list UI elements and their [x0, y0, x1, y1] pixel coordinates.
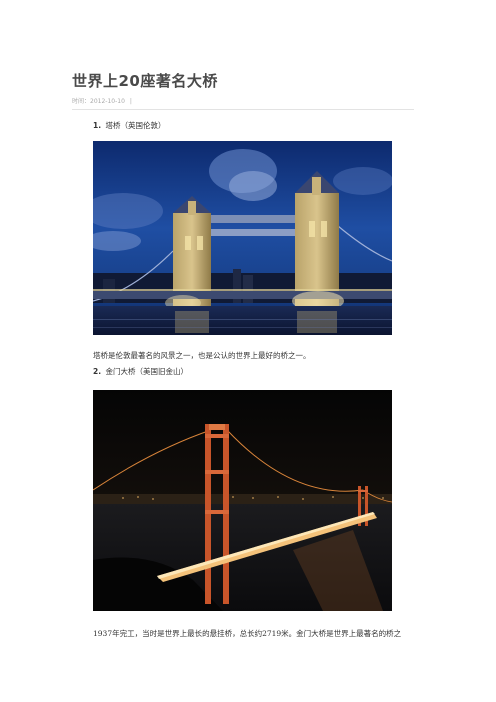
document-page: 世界上20座著名大桥 时间：2012-10-10 | 1. 塔桥（英国伦敦） 塔…: [0, 0, 496, 702]
section-number-1: 1.: [93, 121, 102, 130]
section-heading-1: 1. 塔桥（英国伦敦）: [93, 120, 165, 131]
title-divider: [72, 109, 414, 110]
section-description-2: 1937年完工，当时是世界上最长的悬挂桥，总长约2719米。金门大桥是世界上最著…: [93, 629, 402, 638]
meta-separator: |: [129, 98, 132, 105]
section-number-2: 2.: [93, 367, 102, 376]
section-description-1: 塔桥是伦敦最著名的风景之一，也是公认的世界上最好的桥之一。: [93, 351, 311, 360]
article-meta: 时间：2012-10-10 |: [72, 96, 132, 105]
tower-bridge-photo: [93, 141, 392, 335]
meta-date-label: 时间：: [72, 98, 91, 105]
meta-date: 2012-10-10: [90, 98, 125, 105]
golden-gate-photo: [93, 390, 392, 611]
section-title-2: 金门大桥（美国旧金山）: [105, 367, 188, 376]
article-title: 世界上20座著名大桥: [72, 72, 218, 90]
section-title-1: 塔桥（英国伦敦）: [105, 121, 166, 130]
section-heading-2: 2. 金门大桥（美国旧金山）: [93, 366, 188, 377]
